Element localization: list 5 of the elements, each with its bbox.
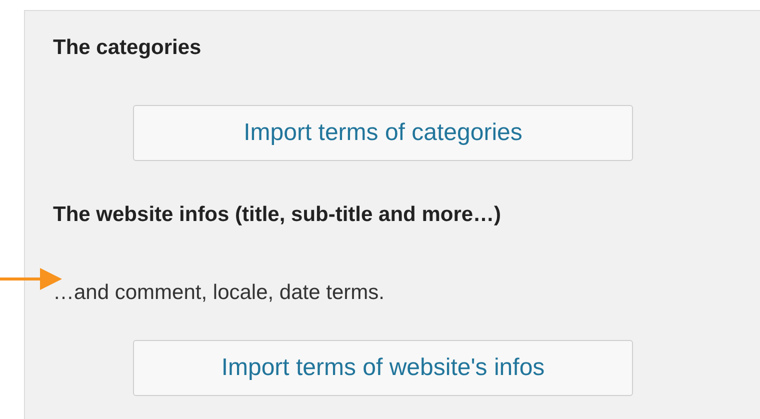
- section-heading: The categories: [53, 36, 202, 60]
- import-button[interactable]: Import terms of website's infos: [133, 340, 633, 396]
- section-note: …and comment, locale, date terms.: [53, 280, 386, 306]
- section-heading: The website infos (title, sub-title and more…): [53, 203, 502, 227]
- import-button[interactable]: Import terms of categories: [133, 105, 633, 161]
